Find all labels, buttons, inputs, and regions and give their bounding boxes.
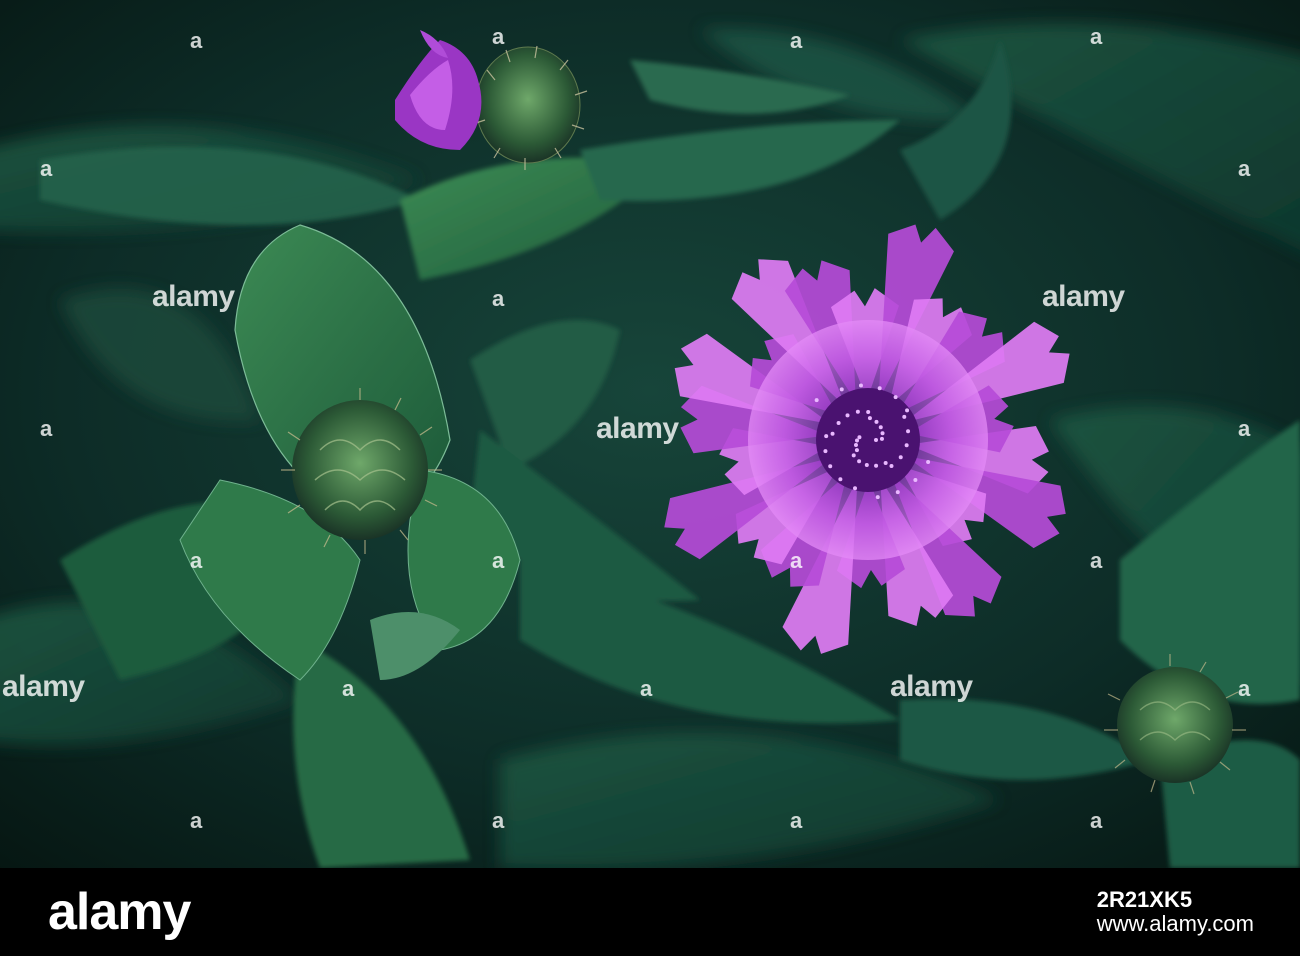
watermark-a: a [1090, 24, 1103, 49]
stamen [913, 477, 918, 482]
stamen [838, 477, 843, 482]
stamen [858, 383, 863, 388]
stamen [857, 435, 862, 440]
stamen [877, 386, 882, 391]
stamen [895, 490, 900, 495]
watermark-a: a [492, 548, 505, 573]
watermark-a: a [1238, 676, 1251, 701]
stamen [880, 431, 885, 436]
stamen [893, 395, 898, 400]
flower-center [816, 388, 920, 492]
stamen [879, 436, 884, 441]
watermark: alamy [152, 280, 235, 313]
watermark-a: a [40, 156, 53, 181]
watermark: alamy [596, 412, 679, 445]
watermark-a: a [40, 416, 53, 441]
stamen [883, 461, 888, 466]
stamen [839, 387, 844, 392]
stamen [874, 463, 879, 468]
stamen [855, 409, 860, 414]
watermark-a: a [190, 808, 203, 833]
watermark-a: a [342, 676, 355, 701]
stamen [874, 438, 878, 442]
stamen [905, 408, 910, 413]
stamen [845, 413, 850, 418]
site-url[interactable]: www.alamy.com [1097, 912, 1254, 936]
stamen [824, 434, 829, 439]
stamen [866, 410, 871, 415]
stamen [855, 438, 860, 443]
stamen [875, 495, 880, 500]
stamen [814, 398, 819, 403]
footer-bar: alamy 2R21XK5 www.alamy.com [0, 868, 1300, 956]
stamen [878, 425, 883, 430]
watermark-a: a [190, 28, 203, 53]
watermark-a: a [492, 24, 505, 49]
stamen [830, 431, 835, 436]
alamy-logo[interactable]: alamy [48, 882, 191, 942]
stamen [874, 419, 879, 424]
stamen [828, 464, 833, 469]
stamen [902, 414, 907, 419]
stamen [864, 462, 869, 467]
stamen [853, 442, 858, 447]
stamen [926, 459, 931, 464]
stamen [853, 486, 858, 491]
stamen [867, 416, 872, 421]
stamen [906, 429, 911, 434]
stamen [889, 463, 894, 468]
watermark-a: a [640, 676, 653, 701]
watermark: alamy [2, 670, 85, 703]
stamen [898, 455, 903, 460]
image-id: 2R21XK5 [1096, 887, 1193, 912]
watermark-a: a [1090, 548, 1103, 573]
watermark-a: a [1238, 416, 1251, 441]
stamen [857, 459, 862, 464]
stamen [823, 449, 828, 454]
image-meta: 2R21XK5 www.alamy.com [1097, 888, 1254, 936]
stamen [854, 448, 859, 453]
watermark: alamy [1042, 280, 1125, 313]
stamen [851, 453, 856, 458]
stamen [904, 443, 909, 448]
watermark-a: a [492, 808, 505, 833]
stamen [836, 420, 841, 425]
watermark-a: a [790, 28, 803, 53]
watermark: alamy [890, 670, 973, 703]
watermark-a: a [190, 548, 203, 573]
stock-photo: alamy alamy alamy alamy alamy a a a a a … [0, 0, 1300, 868]
watermark-a: a [1090, 808, 1103, 833]
watermark-a: a [1238, 156, 1251, 181]
watermark-a: a [492, 286, 505, 311]
watermark-a: a [790, 548, 803, 573]
watermark-a: a [790, 808, 803, 833]
